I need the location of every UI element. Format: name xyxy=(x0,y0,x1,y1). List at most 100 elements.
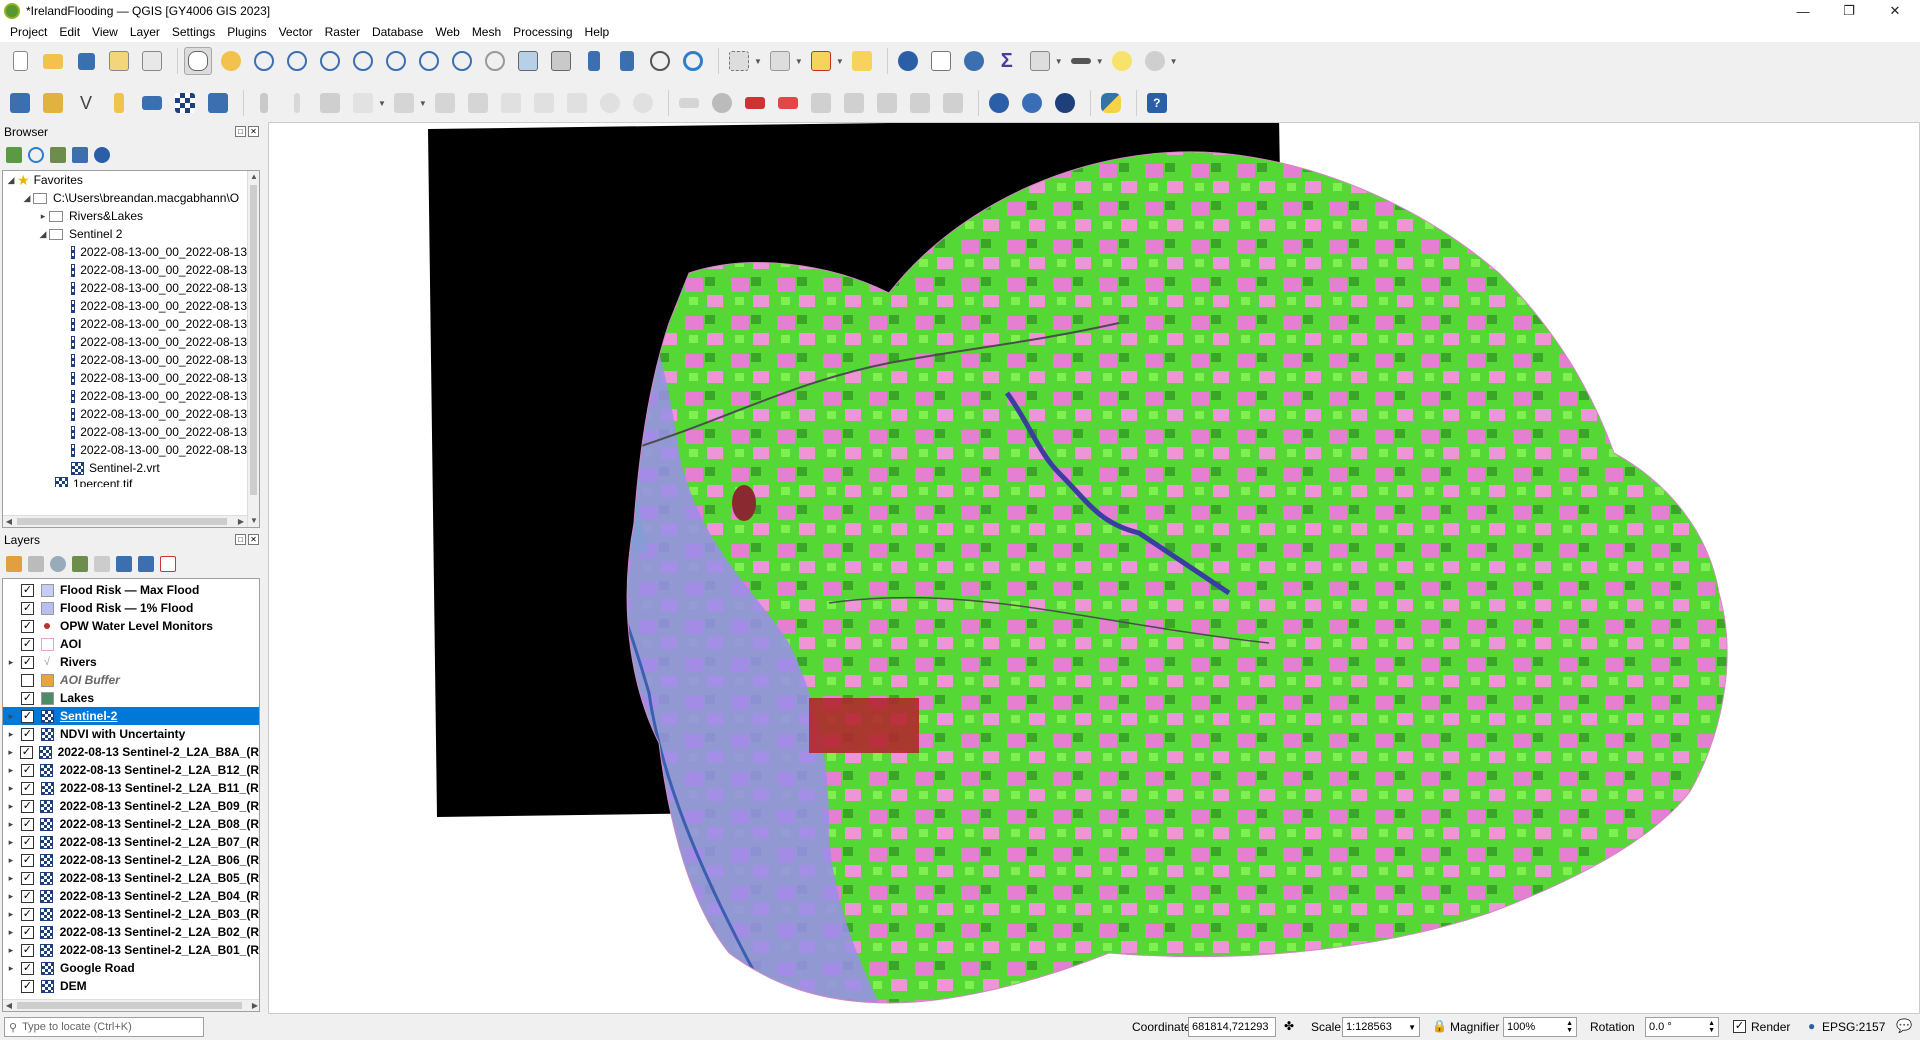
browser-vertical-scrollbar[interactable]: ▲ ▼ xyxy=(247,171,259,527)
tree-item-rivers-lakes[interactable]: ▸ Rivers&Lakes xyxy=(3,207,247,225)
data-source-manager-button[interactable] xyxy=(6,89,34,117)
layer-row[interactable]: ▸ ✓ 2022-08-13 Sentinel-2_L2A_B12_(R xyxy=(3,761,259,779)
menu-settings[interactable]: Settings xyxy=(166,25,221,39)
expand-all-icon[interactable] xyxy=(116,556,132,572)
identify-button[interactable] xyxy=(894,47,922,75)
layer-row[interactable]: ▸ ✓ 2022-08-13 Sentinel-2_L2A_B11_(R xyxy=(3,779,259,797)
collapse-all-icon[interactable] xyxy=(138,556,154,572)
layer-visibility-checkbox[interactable]: ✓ xyxy=(21,709,34,723)
close-icon[interactable]: ✕ xyxy=(1872,0,1918,22)
magnifier-field[interactable]: 100% ▲ ▼ xyxy=(1503,1017,1577,1037)
scroll-thumb[interactable] xyxy=(250,185,257,495)
menu-project[interactable]: Project xyxy=(4,25,53,39)
rotation-field[interactable]: 0.0 ° ▲ ▼ xyxy=(1645,1017,1719,1037)
layer-row[interactable]: ▸ ✓ 2022-08-13 Sentinel-2_L2A_B04_(R xyxy=(3,887,259,905)
new-print-layout-button[interactable] xyxy=(105,47,133,75)
zoom-in-button[interactable] xyxy=(250,47,278,75)
tree-item-sentinel2[interactable]: ◢ Sentinel 2 xyxy=(3,225,247,243)
restore-icon[interactable]: ❐ xyxy=(1826,0,1872,22)
filter-legend-icon[interactable] xyxy=(72,556,88,572)
layer-row[interactable]: ▸ ✓ 2022-08-13 Sentinel-2_L2A_B06_(R xyxy=(3,851,259,869)
layer-visibility-checkbox[interactable]: ✓ xyxy=(20,925,34,939)
new-project-button[interactable] xyxy=(6,47,34,75)
chevron-down-icon[interactable]: ▼ xyxy=(1096,57,1104,66)
chevron-right-icon[interactable]: ▸ xyxy=(5,837,17,848)
scroll-thumb[interactable] xyxy=(17,518,227,525)
menu-web[interactable]: Web xyxy=(429,25,465,39)
layer-visibility-checkbox[interactable]: ✓ xyxy=(21,961,34,975)
paste-features-button[interactable] xyxy=(563,89,591,117)
mouse-cursor-icon[interactable]: ✤ xyxy=(1284,1019,1294,1033)
layer-row[interactable]: ▸ ✓ 2022-08-13 Sentinel-2_L2A_B08_(R xyxy=(3,815,259,833)
layer-row[interactable]: ✓ OPW Water Level Monitors xyxy=(3,617,259,635)
chevron-right-icon[interactable]: ▸ xyxy=(5,711,17,722)
layer-row[interactable]: ▸ ✓ NDVI with Uncertainty xyxy=(3,725,259,743)
undo-button[interactable] xyxy=(596,89,624,117)
layer-row[interactable]: ✓ Flood Risk — 1% Flood xyxy=(3,599,259,617)
select-features-button[interactable] xyxy=(725,47,753,75)
chevron-down-icon[interactable]: ▼ xyxy=(754,57,762,66)
layer-row[interactable]: ▸ ✓ √ Rivers xyxy=(3,653,259,671)
select-location-button[interactable] xyxy=(848,47,876,75)
layer-visibility-checkbox[interactable]: ✓ xyxy=(20,943,34,957)
label-toolbar-button[interactable] xyxy=(675,89,703,117)
properties-info-icon[interactable] xyxy=(94,147,110,163)
zoom-layer-button[interactable] xyxy=(382,47,410,75)
chevron-right-icon[interactable]: ▸ xyxy=(5,765,17,776)
layer-diagram-button[interactable] xyxy=(774,89,802,117)
rotate-label-button[interactable] xyxy=(906,89,934,117)
vertex-tool-button[interactable] xyxy=(390,89,418,117)
close-panel-icon[interactable]: ✕ xyxy=(248,126,259,137)
redo-button[interactable] xyxy=(629,89,657,117)
zoom-out-button[interactable] xyxy=(283,47,311,75)
menu-view[interactable]: View xyxy=(86,25,124,39)
wms-button[interactable] xyxy=(985,89,1013,117)
layer-visibility-checkbox[interactable]: ✓ xyxy=(21,637,34,651)
new-temp-layer-button[interactable] xyxy=(138,89,166,117)
scroll-right-icon[interactable]: ▶ xyxy=(249,1000,259,1011)
current-edits-button[interactable] xyxy=(250,89,278,117)
layer-visibility-checkbox[interactable]: ✓ xyxy=(21,655,34,669)
minimize-icon[interactable]: — xyxy=(1780,0,1826,22)
layer-row[interactable]: ▸ ✓ 2022-08-13 Sentinel-2_L2A_B05_(R xyxy=(3,869,259,887)
layer-row[interactable]: ▸ ✓ 2022-08-13 Sentinel-2_L2A_B03_(R xyxy=(3,905,259,923)
layer-visibility-checkbox[interactable]: ✓ xyxy=(21,583,34,597)
layer-row[interactable]: ▸ ✓ 2022-08-13 Sentinel-2_L2A_B07_(R xyxy=(3,833,259,851)
open-project-button[interactable] xyxy=(39,47,67,75)
pin-labels-button[interactable] xyxy=(807,89,835,117)
close-panel-icon[interactable]: ✕ xyxy=(248,534,259,545)
digitize-button[interactable] xyxy=(349,89,377,117)
layers-horizontal-scrollbar[interactable]: ◀ ▶ xyxy=(3,999,259,1011)
file-item[interactable]: 2022-08-13-00_00_2022-08-13 xyxy=(3,333,247,351)
chevron-right-icon[interactable]: ▸ xyxy=(5,729,17,740)
pan-map-button[interactable] xyxy=(184,47,212,75)
map-canvas[interactable] xyxy=(268,122,1920,1014)
refresh-button[interactable] xyxy=(679,47,707,75)
layer-visibility-checkbox[interactable]: ✓ xyxy=(21,601,34,615)
menu-edit[interactable]: Edit xyxy=(53,25,86,39)
chevron-right-icon[interactable]: ▸ xyxy=(5,927,17,938)
menu-plugins[interactable]: Plugins xyxy=(221,25,272,39)
layer-row[interactable]: ✓ AOI Buffer xyxy=(3,671,259,689)
locator-search-input[interactable]: ⚲ Type to locate (Ctrl+K) xyxy=(4,1017,204,1037)
field-calculator-button[interactable] xyxy=(1026,47,1054,75)
attribute-table-button[interactable] xyxy=(927,47,955,75)
chevron-right-icon[interactable]: ▸ xyxy=(5,657,17,668)
scroll-left-icon[interactable]: ◀ xyxy=(3,516,15,527)
change-label-button[interactable] xyxy=(939,89,967,117)
layer-row[interactable]: ✓ DEM xyxy=(3,977,259,995)
menu-layer[interactable]: Layer xyxy=(124,25,166,39)
layer-row[interactable]: ▸ ✓ 2022-08-13 Sentinel-2_L2A_B02_(R xyxy=(3,923,259,941)
layer-visibility-checkbox[interactable]: ✓ xyxy=(20,799,34,813)
menu-help[interactable]: Help xyxy=(579,25,616,39)
chevron-down-icon[interactable]: ◢ xyxy=(21,193,33,204)
show-bookmarks-button[interactable] xyxy=(613,47,641,75)
save-project-button[interactable] xyxy=(72,47,100,75)
layer-visibility-checkbox[interactable]: ✓ xyxy=(20,907,34,921)
zoom-full-button[interactable] xyxy=(316,47,344,75)
file-item[interactable]: 2022-08-13-00_00_2022-08-13 xyxy=(3,369,247,387)
chevron-right-icon[interactable]: ▸ xyxy=(5,945,17,956)
remove-layer-icon[interactable] xyxy=(160,556,176,572)
zoom-selection-button[interactable] xyxy=(349,47,377,75)
layer-row[interactable]: ✓ Flood Risk — Max Flood xyxy=(3,581,259,599)
